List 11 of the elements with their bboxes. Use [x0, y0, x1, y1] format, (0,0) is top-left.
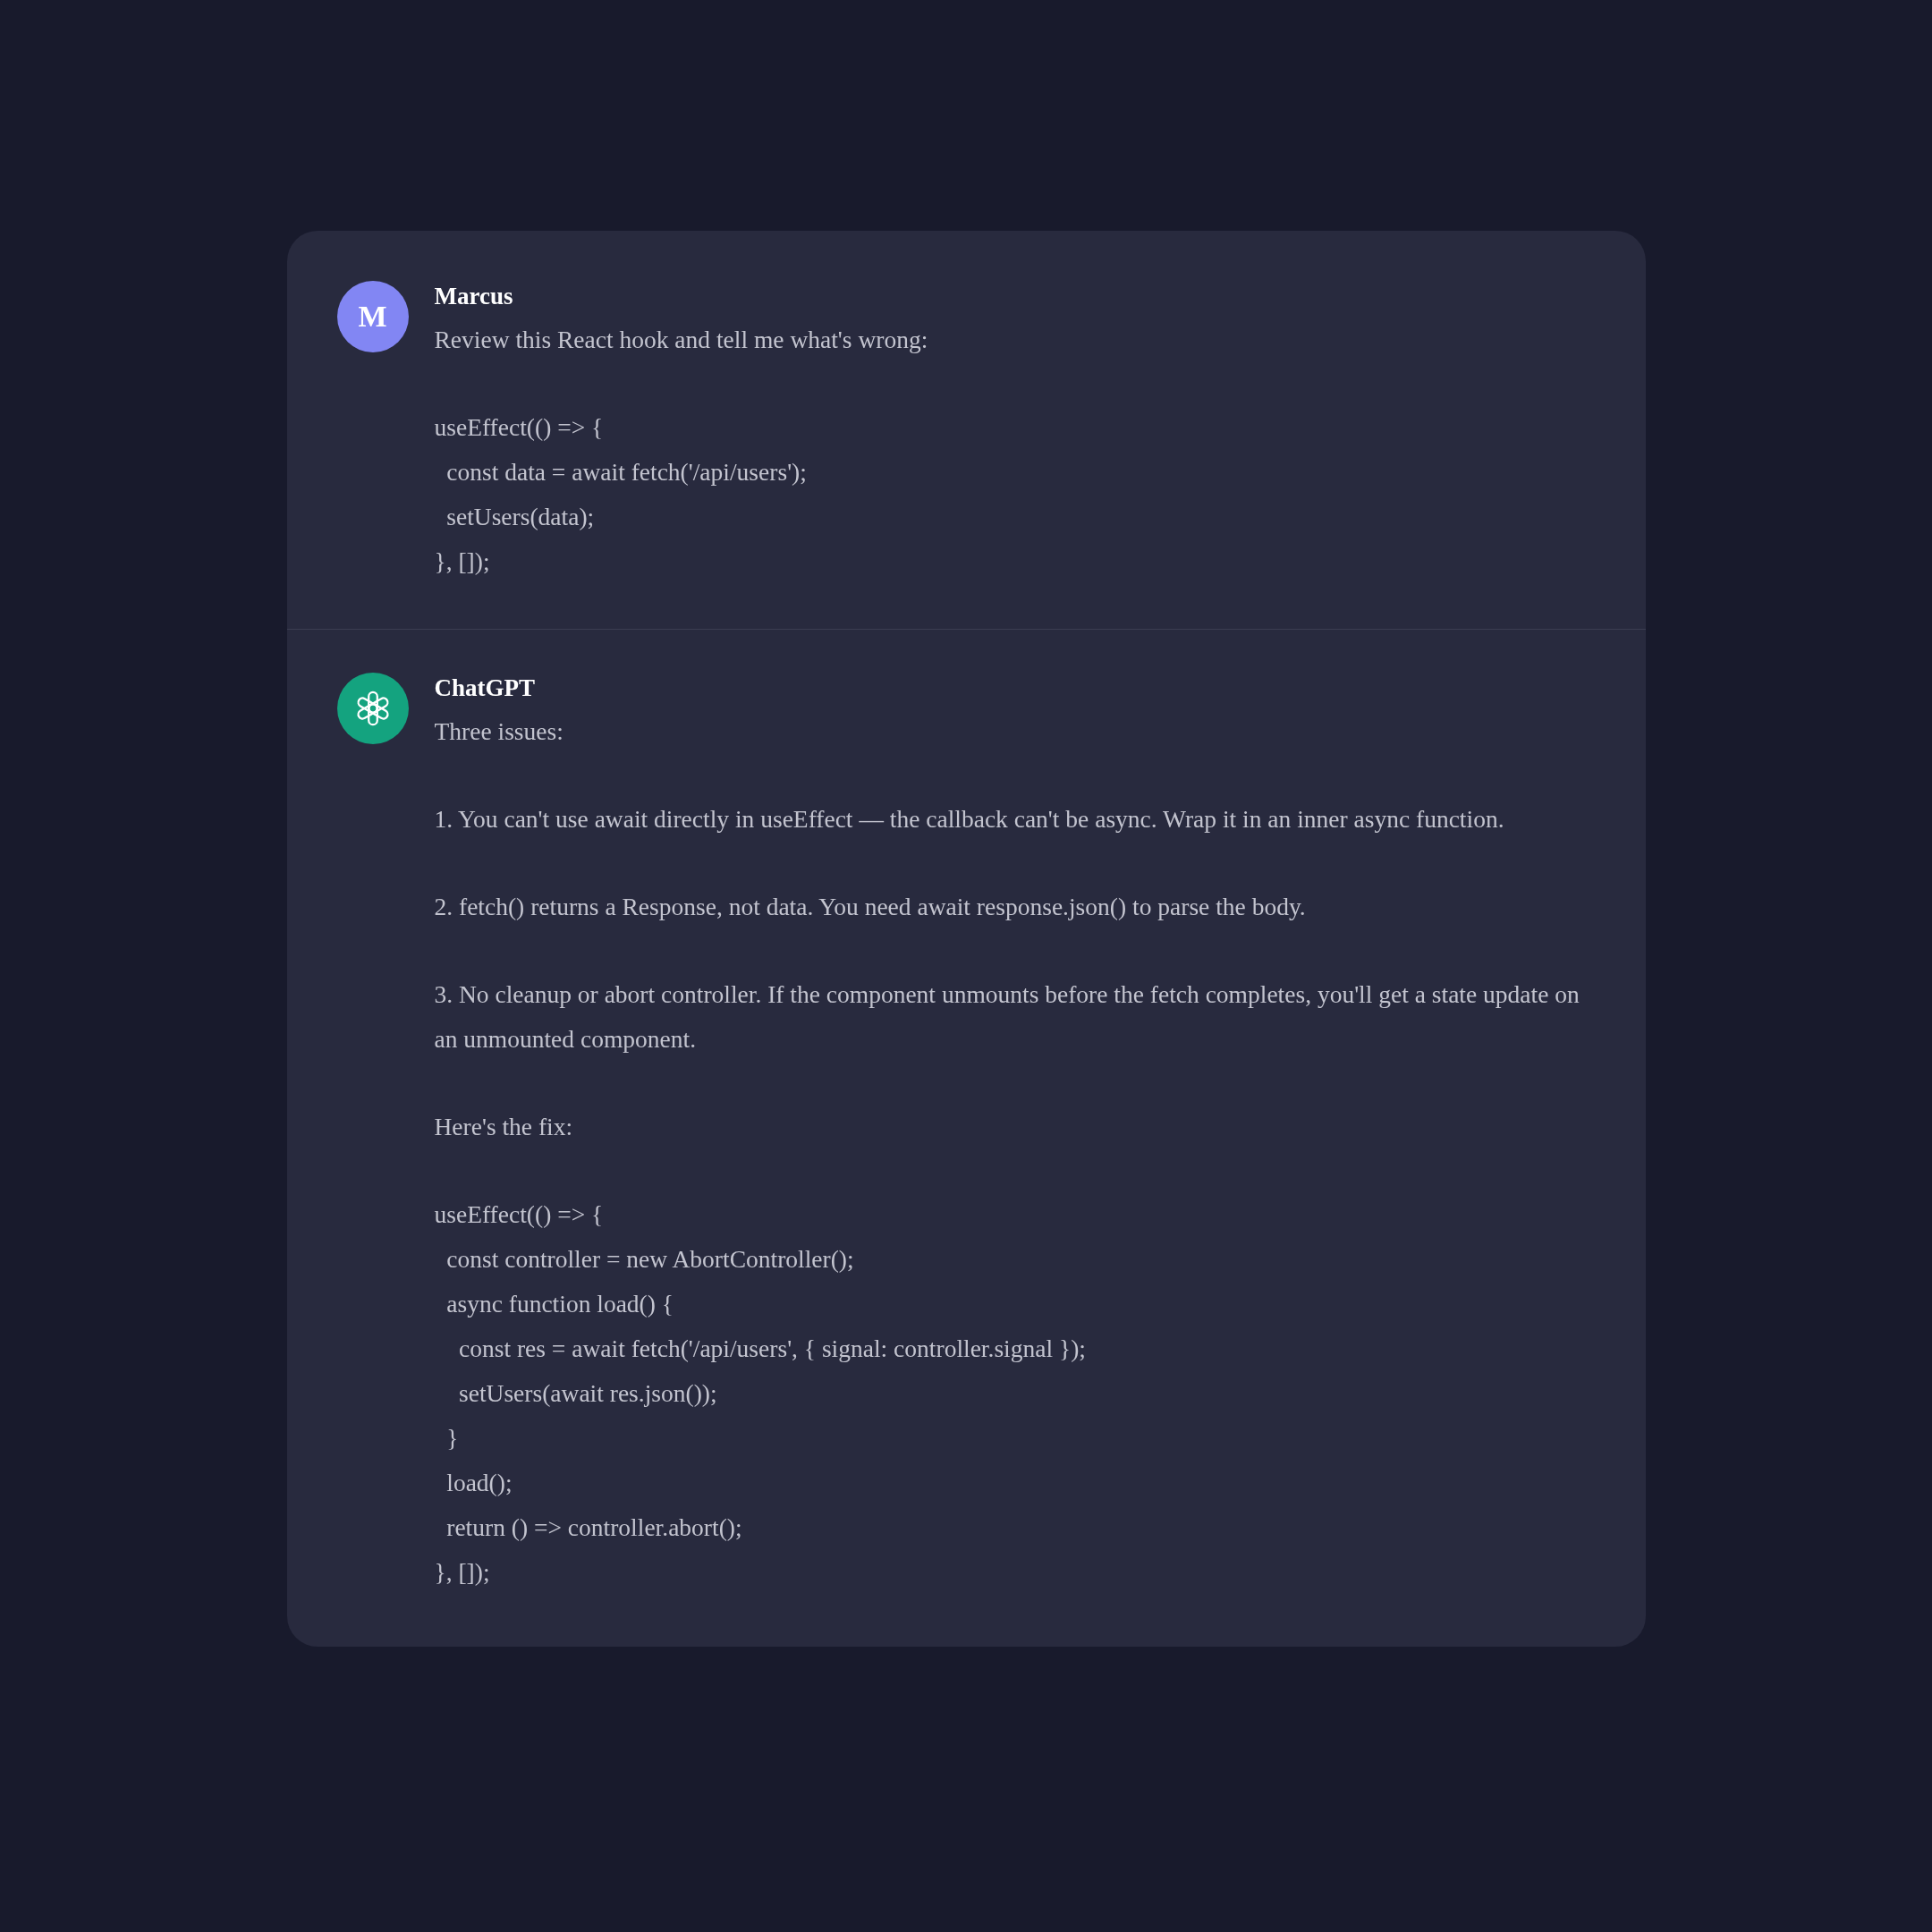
- message-paragraph: useEffect(() => { const data = await fetch('/api/users'); setUsers(data); }, []);: [434, 412, 808, 577]
- message-paragraph: 3. No cleanup or abort controller. If the component unmounts before the fetch completes, you'll get a state update on an unmounted component.: [434, 979, 1580, 1055]
- message-paragraph: Here's the fix:: [434, 1112, 574, 1142]
- avatar: M: [336, 281, 409, 352]
- author-name: ChatGPT: [434, 674, 536, 703]
- author-name: Marcus: [434, 282, 514, 311]
- message-paragraph: useEffect(() => { const controller = new AbortController(); async function load() { const res = await fetch('/api/users', { signal: controller.signal }); setUsers(await res.json()); } load(); return () => controller.abort(); }, []);: [434, 1199, 1087, 1588]
- message-paragraph: Review this React hook and tell me what's wrong:: [434, 325, 929, 355]
- message-paragraph: 1. You can't use await directly in useEffect — the callback can't be async. Wrap it in an inner async function.: [434, 804, 1505, 835]
- message-paragraph: Three issues:: [434, 716, 564, 747]
- message-paragraph: 2. fetch() returns a Response, not data. You need await response.json() to parse the body.: [434, 892, 1307, 922]
